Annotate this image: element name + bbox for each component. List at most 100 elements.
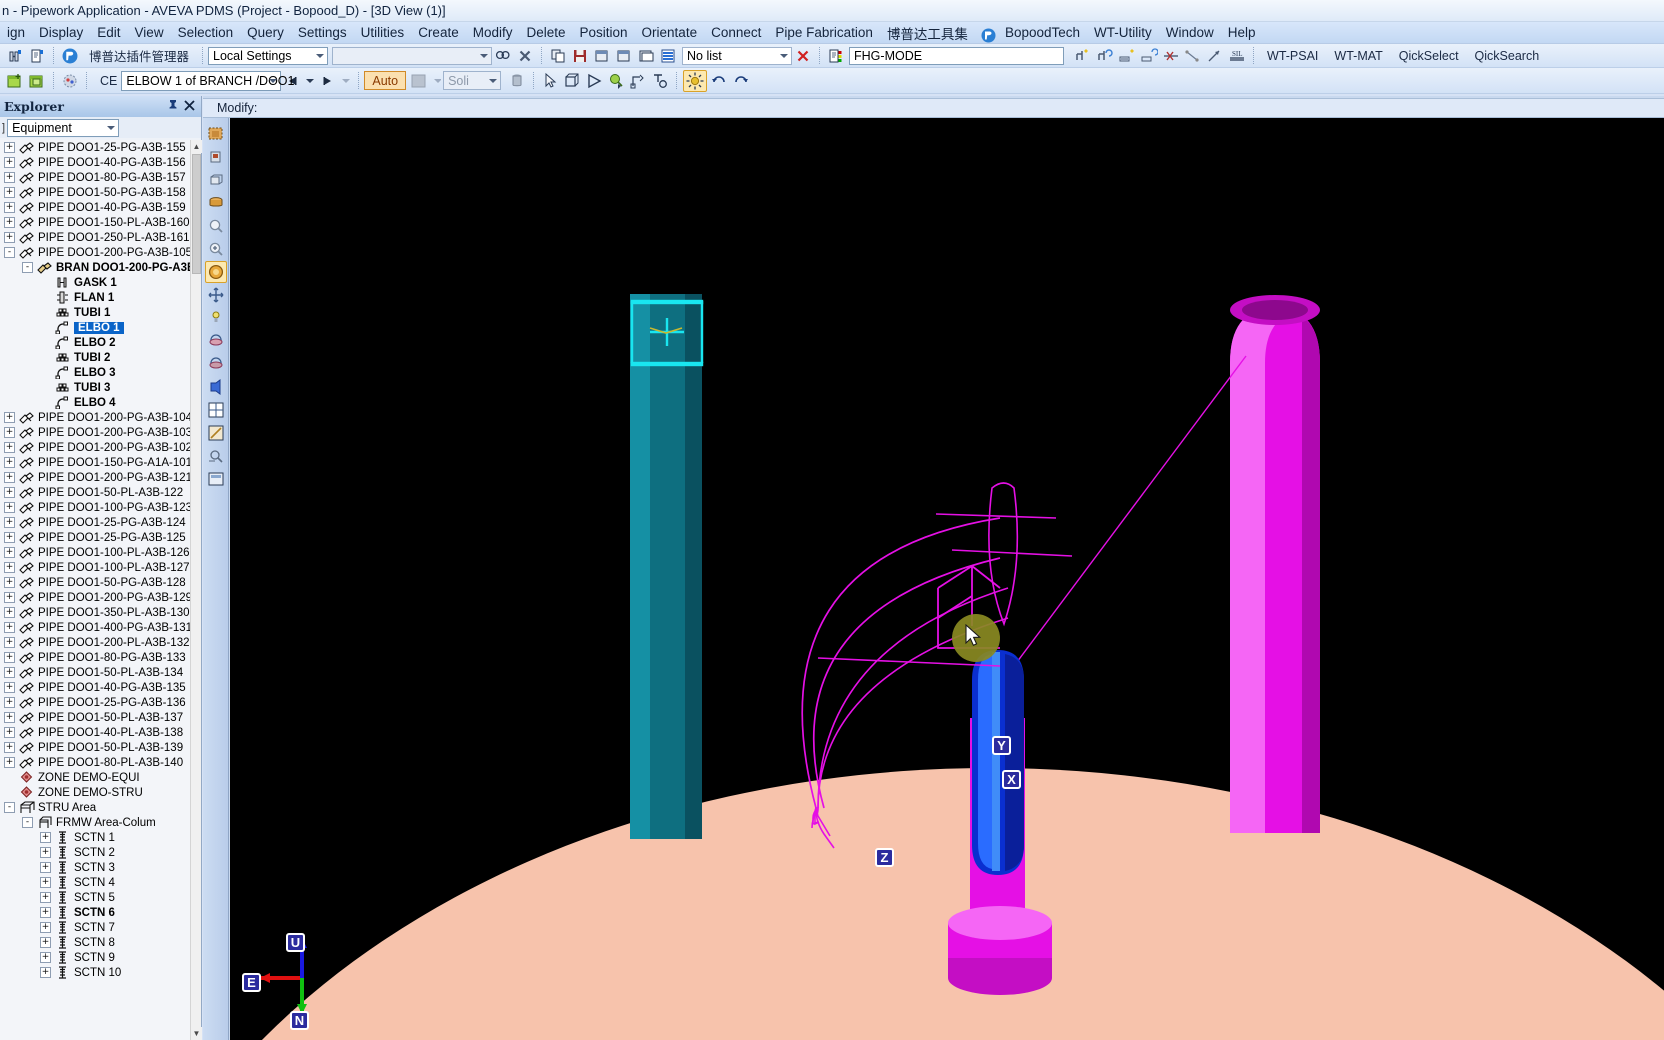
- 3d-canvas[interactable]: Y X Z U E N: [230, 118, 1664, 1040]
- tree-item-pipe-doo1-50-pg-a3b-128[interactable]: + PIPE DOO1-50-PG-A3B-128: [0, 575, 190, 590]
- menu-item-query[interactable]: Query: [240, 23, 291, 42]
- tree-item-pipe-doo1-40-pl-a3b-138[interactable]: + PIPE DOO1-40-PL-A3B-138: [0, 725, 190, 740]
- play-icon[interactable]: [584, 71, 604, 91]
- view-grid-icon[interactable]: [205, 399, 227, 421]
- expand-toggle-icon[interactable]: +: [4, 637, 15, 648]
- pipe-property-icon[interactable]: [27, 46, 47, 66]
- tree-item-sctn-8[interactable]: + SCTN 8: [0, 935, 190, 950]
- tree-item-pipe-doo1-400-pg-a3b-131[interactable]: + PIPE DOO1-400-PG-A3B-131: [0, 620, 190, 635]
- tree-item-sctn-10[interactable]: + SCTN 10: [0, 965, 190, 980]
- expand-toggle-icon[interactable]: +: [4, 577, 15, 588]
- scrollbar-thumb[interactable]: [192, 154, 201, 274]
- expand-toggle-icon[interactable]: +: [4, 217, 15, 228]
- tree-item-pipe-doo1-200-pg-a3b-102[interactable]: + PIPE DOO1-200-PG-A3B-102: [0, 440, 190, 455]
- collapse-toggle-icon[interactable]: -: [22, 262, 33, 273]
- bopood-addin-logo-icon[interactable]: [60, 46, 80, 66]
- menu-item-delete[interactable]: Delete: [519, 23, 572, 42]
- tree-item-stru-area[interactable]: - STRU Area: [0, 800, 190, 815]
- explorer-tree[interactable]: + PIPE DOO1-25-PG-A3B-155 + PIPE DOO1-40-PG…: [0, 140, 190, 1040]
- menu-item-connect[interactable]: Connect: [704, 23, 768, 42]
- clip-icon[interactable]: [205, 376, 227, 398]
- branch-tail-icon[interactable]: [1095, 46, 1115, 66]
- menu-item-orientate[interactable]: Orientate: [635, 23, 705, 42]
- expand-toggle-icon[interactable]: +: [40, 937, 51, 948]
- measure-tool-icon[interactable]: [205, 422, 227, 444]
- tree-item-pipe-doo1-200-pg-a3b-103[interactable]: + PIPE DOO1-200-PG-A3B-103: [0, 425, 190, 440]
- menu-item-help[interactable]: Help: [1221, 23, 1263, 42]
- menu-item-pipe-fabrication[interactable]: Pipe Fabrication: [768, 23, 880, 42]
- expand-toggle-icon[interactable]: +: [4, 712, 15, 723]
- expand-toggle-icon[interactable]: +: [40, 877, 51, 888]
- expand-toggle-icon[interactable]: +: [40, 907, 51, 918]
- rotate-icon[interactable]: [205, 330, 227, 352]
- qickselect-button[interactable]: QickSelect: [1391, 49, 1467, 63]
- tree-item-pipe-doo1-50-pl-a3b-134[interactable]: + PIPE DOO1-50-PL-A3B-134: [0, 665, 190, 680]
- wt-mat-button[interactable]: WT-MAT: [1326, 49, 1390, 63]
- copy-icon[interactable]: [548, 46, 568, 66]
- color-dropdown-icon[interactable]: [432, 71, 442, 91]
- zoom-select-icon[interactable]: [606, 71, 626, 91]
- tree-item-pipe-doo1-40-pg-a3b-135[interactable]: + PIPE DOO1-40-PG-A3B-135: [0, 680, 190, 695]
- tree-item-pipe-doo1-250-pl-a3b-161[interactable]: + PIPE DOO1-250-PL-A3B-161: [0, 230, 190, 245]
- scroll-down-button[interactable]: ▼: [191, 1027, 202, 1040]
- expand-toggle-icon[interactable]: +: [40, 832, 51, 843]
- zoom-cursor-icon[interactable]: [205, 261, 227, 283]
- pointer-icon[interactable]: [540, 71, 560, 91]
- tree-item-gask-1[interactable]: GASK 1: [0, 275, 190, 290]
- orbit-icon[interactable]: [205, 353, 227, 375]
- report-icon[interactable]: [826, 46, 846, 66]
- clear-list-x-icon[interactable]: [793, 46, 813, 66]
- close-icon[interactable]: [184, 99, 195, 114]
- tree-item-pipe-doo1-25-pg-a3b-124[interactable]: + PIPE DOO1-25-PG-A3B-124: [0, 515, 190, 530]
- expand-toggle-icon[interactable]: +: [40, 862, 51, 873]
- tree-item-pipe-doo1-350-pl-a3b-130[interactable]: + PIPE DOO1-350-PL-A3B-130: [0, 605, 190, 620]
- tree-item-pipe-doo1-50-pl-a3b-122[interactable]: + PIPE DOO1-50-PL-A3B-122: [0, 485, 190, 500]
- expand-toggle-icon[interactable]: +: [40, 952, 51, 963]
- explorer-type-combo[interactable]: Equipment: [7, 118, 120, 137]
- zoom-in-icon[interactable]: [205, 238, 227, 260]
- new-view-icon[interactable]: [5, 71, 25, 91]
- expand-toggle-icon[interactable]: +: [4, 607, 15, 618]
- wt-psai-button[interactable]: WT-PSAI: [1259, 49, 1326, 63]
- expand-toggle-icon[interactable]: +: [4, 442, 15, 453]
- tree-item-pipe-doo1-25-pg-a3b-155[interactable]: + PIPE DOO1-25-PG-A3B-155: [0, 140, 190, 155]
- tree-item-pipe-doo1-50-pl-a3b-139[interactable]: + PIPE DOO1-50-PL-A3B-139: [0, 740, 190, 755]
- main-toolbar[interactable]: 博普达插件管理器 Local Settings No list FHG-MODE…: [0, 44, 1664, 68]
- tree-item-elbo-1[interactable]: ELBO 1: [0, 320, 190, 335]
- tree-item-zone-demo-stru[interactable]: ZONE DEMO-STRU: [0, 785, 190, 800]
- expand-toggle-icon[interactable]: +: [4, 142, 15, 153]
- tree-item-pipe-doo1-150-pg-a1a-101[interactable]: + PIPE DOO1-150-PG-A1A-101: [0, 455, 190, 470]
- collapse-toggle-icon[interactable]: -: [22, 817, 33, 828]
- expand-toggle-icon[interactable]: +: [40, 847, 51, 858]
- tree-item-elbo-4[interactable]: ELBO 4: [0, 395, 190, 410]
- tree-item-pipe-doo1-80-pl-a3b-140[interactable]: + PIPE DOO1-80-PL-A3B-140: [0, 755, 190, 770]
- expand-toggle-icon[interactable]: +: [4, 652, 15, 663]
- tree-item-elbo-3[interactable]: ELBO 3: [0, 365, 190, 380]
- look-icon[interactable]: [205, 169, 227, 191]
- expand-toggle-icon[interactable]: +: [4, 487, 15, 498]
- settings-combo[interactable]: Local Settings: [208, 46, 329, 65]
- secondary-combo[interactable]: [332, 46, 493, 65]
- expand-toggle-icon[interactable]: +: [4, 727, 15, 738]
- tree-item-pipe-doo1-50-pg-a3b-158[interactable]: + PIPE DOO1-50-PG-A3B-158: [0, 185, 190, 200]
- expand-toggle-icon[interactable]: +: [4, 622, 15, 633]
- menu-item-wt-utility[interactable]: WT-Utility: [1087, 23, 1159, 42]
- expand-toggle-icon[interactable]: +: [4, 202, 15, 213]
- undo-icon[interactable]: [709, 71, 729, 91]
- mode-field[interactable]: FHG-MODE: [849, 46, 1065, 65]
- tree-item-tubi-3[interactable]: TUBI 3: [0, 380, 190, 395]
- tree-item-tubi-2[interactable]: TUBI 2: [0, 350, 190, 365]
- tree-item-pipe-doo1-200-pg-a3b-104[interactable]: + PIPE DOO1-200-PG-A3B-104: [0, 410, 190, 425]
- tree-item-pipe-doo1-200-pg-a3b-129[interactable]: + PIPE DOO1-200-PG-A3B-129: [0, 590, 190, 605]
- tree-item-sctn-6[interactable]: + SCTN 6: [0, 905, 190, 920]
- expand-toggle-icon[interactable]: +: [4, 697, 15, 708]
- paint-icon[interactable]: [60, 71, 80, 91]
- expand-toggle-icon[interactable]: +: [4, 667, 15, 678]
- redo-icon[interactable]: [731, 71, 751, 91]
- snapshot-icon[interactable]: [205, 468, 227, 490]
- expand-toggle-icon[interactable]: +: [4, 412, 15, 423]
- trash-icon[interactable]: [507, 71, 527, 91]
- expand-toggle-icon[interactable]: +: [4, 562, 15, 573]
- window-icon[interactable]: [592, 46, 612, 66]
- expand-toggle-icon[interactable]: +: [4, 757, 15, 768]
